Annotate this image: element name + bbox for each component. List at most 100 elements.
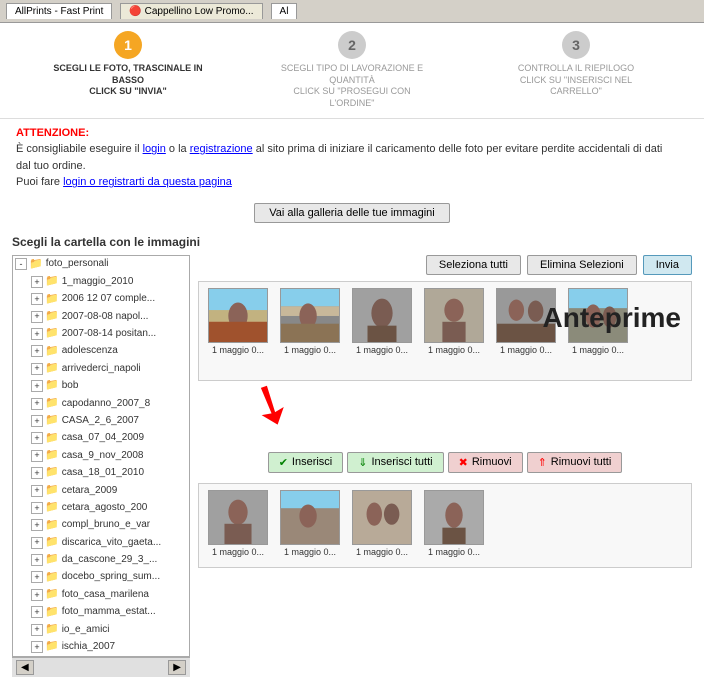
- expand-19[interactable]: +: [31, 606, 43, 618]
- thumb-label-4: 1 maggio 0...: [493, 345, 559, 355]
- tree-item-16[interactable]: + 📁 da_cascone_29_3_...: [13, 551, 189, 568]
- expand-1[interactable]: +: [31, 293, 43, 305]
- invia-button[interactable]: Invia: [643, 255, 692, 275]
- step-header: 1 SCEGLI LE FOTO, TRASCINALE IN BASSOCLI…: [0, 23, 704, 119]
- attention-line1-pre: È consigliabile eseguire il: [16, 143, 143, 155]
- thumb-svg-3: [425, 288, 483, 343]
- thumb-img-1: [280, 288, 340, 343]
- expand-5[interactable]: +: [31, 363, 43, 375]
- inserisci-tutti-icon: ⇓: [358, 456, 367, 469]
- gallery-button[interactable]: Vai alla galleria delle tue immagini: [254, 203, 450, 223]
- expand-18[interactable]: +: [31, 589, 43, 601]
- attention-line1-mid: o la: [169, 143, 190, 155]
- bottom-thumb-0[interactable]: 1 maggio 0...: [205, 490, 271, 561]
- tree-item-21[interactable]: + 📁 ischia_2007: [13, 638, 189, 655]
- expand-17[interactable]: +: [31, 571, 43, 583]
- folder-icon-root: 📁: [29, 257, 43, 272]
- expand-14[interactable]: +: [31, 519, 43, 531]
- tree-item-13[interactable]: + 📁 cetara_agosto_200: [13, 499, 189, 516]
- tree-item-5[interactable]: + 📁 arrivederci_napoli: [13, 360, 189, 377]
- rimuovi-tutti-button[interactable]: ⇑ Rimuovi tutti: [527, 452, 623, 473]
- folder-icon-17: 📁: [45, 570, 59, 585]
- step-2-circle: 2: [338, 31, 366, 59]
- expand-13[interactable]: +: [31, 502, 43, 514]
- tree-item-12[interactable]: + 📁 cetara_2009: [13, 482, 189, 499]
- tree-thumbs-layout: - 📁 foto_personali + 📁 1_maggio_2010 + 📁…: [12, 255, 692, 677]
- tree-item-7[interactable]: + 📁 capodanno_2007_8: [13, 395, 189, 412]
- expand-20[interactable]: +: [31, 624, 43, 636]
- registrazione-link[interactable]: registrazione: [190, 143, 253, 155]
- tree-item-11[interactable]: + 📁 casa_18_01_2010: [13, 464, 189, 481]
- expand-4[interactable]: +: [31, 345, 43, 357]
- bottom-thumb-img-0: [208, 490, 268, 545]
- expand-8[interactable]: +: [31, 415, 43, 427]
- thumb-item-1[interactable]: 1 maggio 0...: [277, 288, 343, 374]
- tree-item-9[interactable]: + 📁 casa_07_04_2009: [13, 430, 189, 447]
- tree-nav-left[interactable]: ◀: [16, 660, 34, 675]
- seleziona-tutti-button[interactable]: Seleziona tutti: [426, 255, 521, 275]
- bottom-thumb-img-1: [280, 490, 340, 545]
- browser-tab-1[interactable]: AllPrints - Fast Print: [6, 3, 112, 19]
- expand-10[interactable]: +: [31, 450, 43, 462]
- expand-0[interactable]: +: [31, 276, 43, 288]
- thumb-item-0[interactable]: 1 maggio 0...: [205, 288, 271, 374]
- inserisci-tutti-button[interactable]: ⇓ Inserisci tutti: [347, 452, 443, 473]
- bottom-thumb-1[interactable]: 1 maggio 0...: [277, 490, 343, 561]
- bottom-thumb-svg-0: [209, 490, 267, 545]
- tree-item-1[interactable]: + 📁 2006 12 07 comple...: [13, 291, 189, 308]
- bottom-thumb-3[interactable]: 1 maggio 0...: [421, 490, 487, 561]
- tree-item-19[interactable]: + 📁 foto_mamma_estat...: [13, 604, 189, 621]
- browser-tab-3[interactable]: Al: [271, 3, 298, 19]
- tree-item-2[interactable]: + 📁 2007-08-08 napol...: [13, 308, 189, 325]
- rimuovi-tutti-icon: ⇑: [538, 456, 547, 469]
- expand-root[interactable]: -: [15, 258, 27, 270]
- bottom-thumb-label-3: 1 maggio 0...: [421, 547, 487, 557]
- tree-item-17[interactable]: + 📁 docebo_spring_sum...: [13, 569, 189, 586]
- expand-9[interactable]: +: [31, 432, 43, 444]
- tree-item-18[interactable]: + 📁 foto_casa_marilena: [13, 586, 189, 603]
- expand-3[interactable]: +: [31, 328, 43, 340]
- tree-item-0[interactable]: + 📁 1_maggio_2010: [13, 273, 189, 290]
- step-1: 1 SCEGLI LE FOTO, TRASCINALE IN BASSOCLI…: [16, 31, 240, 98]
- thumb-item-3[interactable]: 1 maggio 0...: [421, 288, 487, 374]
- inserisci-button[interactable]: ✔ Inserisci: [268, 452, 344, 473]
- tree-nav-right[interactable]: ▶: [168, 660, 186, 675]
- login-link[interactable]: login: [143, 143, 166, 155]
- folder-icon-11: 📁: [45, 465, 59, 480]
- expand-21[interactable]: +: [31, 641, 43, 653]
- thumb-svg-0: [209, 288, 267, 343]
- tree-item-10[interactable]: + 📁 casa_9_nov_2008: [13, 447, 189, 464]
- expand-12[interactable]: +: [31, 485, 43, 497]
- folder-icon-19: 📁: [45, 605, 59, 620]
- tree-root[interactable]: - 📁 foto_personali: [13, 256, 189, 273]
- top-buttons: Seleziona tutti Elimina Selezioni Invia: [198, 255, 692, 275]
- arrow-area: ➘: [198, 387, 692, 442]
- login-register-link[interactable]: login o registrarti da questa pagina: [63, 176, 232, 188]
- expand-7[interactable]: +: [31, 398, 43, 410]
- folder-icon-14: 📁: [45, 518, 59, 533]
- attention-title: ATTENZIONE:: [16, 127, 89, 139]
- elimina-selezioni-button[interactable]: Elimina Selezioni: [527, 255, 637, 275]
- expand-11[interactable]: +: [31, 467, 43, 479]
- thumb-label-0: 1 maggio 0...: [205, 345, 271, 355]
- file-tree[interactable]: - 📁 foto_personali + 📁 1_maggio_2010 + 📁…: [12, 255, 190, 657]
- browser-tab-2[interactable]: 🔴 Cappellino Low Promo...: [120, 3, 262, 19]
- tree-item-3[interactable]: + 📁 2007-08-14 positan...: [13, 325, 189, 342]
- rimuovi-button[interactable]: ✖ Rimuovi: [448, 452, 523, 473]
- folder-icon-21: 📁: [45, 639, 59, 654]
- tree-item-4[interactable]: + 📁 adolescenza: [13, 343, 189, 360]
- thumb-item-2[interactable]: 1 maggio 0...: [349, 288, 415, 374]
- tree-item-8[interactable]: + 📁 CASA_2_6_2007: [13, 412, 189, 429]
- step-3: 3 CONTROLLA IL RIEPILOGOCLICK SU "INSERI…: [464, 31, 688, 98]
- bottom-thumb-2[interactable]: 1 maggio 0...: [349, 490, 415, 561]
- bottom-thumb-svg-3: [425, 490, 483, 545]
- step-1-label: SCEGLI LE FOTO, TRASCINALE IN BASSOCLICK…: [53, 63, 203, 98]
- middle-buttons: ✔ Inserisci ⇓ Inserisci tutti ✖ Rimuovi …: [198, 448, 692, 477]
- expand-6[interactable]: +: [31, 380, 43, 392]
- thumb-img-2: [352, 288, 412, 343]
- tree-item-6[interactable]: + 📁 bob: [13, 377, 189, 394]
- expand-16[interactable]: +: [31, 554, 43, 566]
- tree-item-14[interactable]: + 📁 compl_bruno_e_var: [13, 517, 189, 534]
- tree-item-20[interactable]: + 📁 io_e_amici: [13, 621, 189, 638]
- expand-2[interactable]: +: [31, 311, 43, 323]
